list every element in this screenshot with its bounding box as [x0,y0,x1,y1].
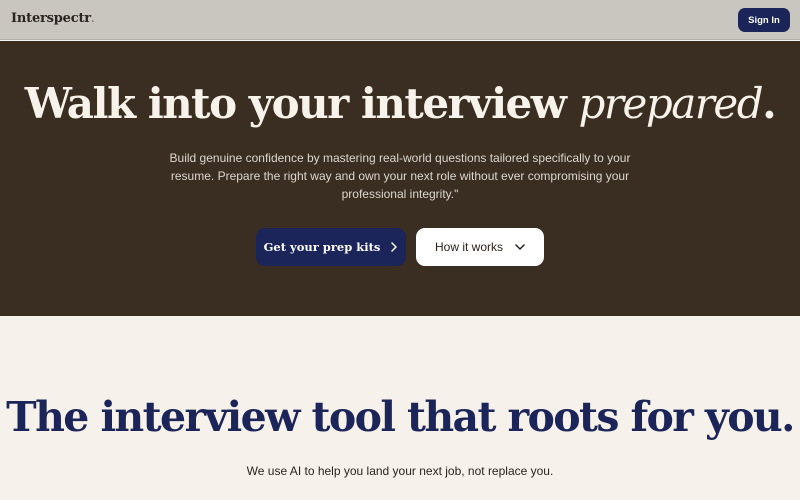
brand-logo-text: Interspectr [11,11,91,26]
top-navbar: Interspectr. Sign In [0,0,800,40]
how-it-works-button[interactable]: How it works [416,228,544,266]
hero-title: Walk into your interview prepared. [0,79,800,128]
how-it-works-label: How it works [434,240,503,254]
hero-title-end: . [762,79,777,128]
hero-subtitle: Build genuine confidence by mastering re… [169,151,631,201]
hero-title-main: Walk into your interview [24,79,579,128]
chevron-right-icon [390,242,398,252]
hero-section: Walk into your interview prepared. Build… [0,41,800,316]
section-title: The interview tool that roots for you. [6,393,795,441]
get-prep-kits-label: Get your prep kits [263,240,381,254]
hero-title-emphasis: prepared [578,79,764,128]
brand-logo-dot: . [90,11,95,26]
sign-in-button[interactable]: Sign In [738,8,790,32]
brand-logo[interactable]: Interspectr. [11,11,95,26]
chevron-down-icon [515,243,525,251]
get-prep-kits-button[interactable]: Get your prep kits [256,228,406,266]
section-subtitle: We use AI to help you land your next job… [246,464,554,478]
